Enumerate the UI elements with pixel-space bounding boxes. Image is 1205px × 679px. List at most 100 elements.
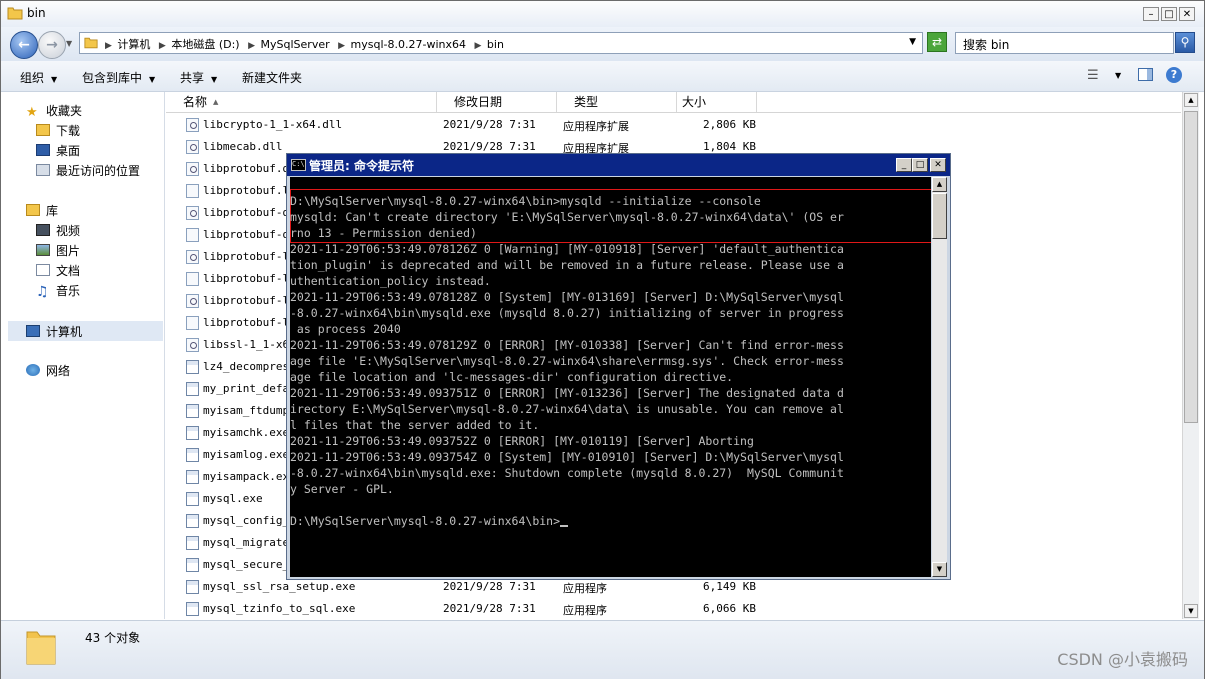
cmd-title-bar[interactable]: C:\ 管理员: 命令提示符 _ □ ✕ [287, 154, 950, 176]
organize-label: 组织 [20, 71, 45, 85]
nav-recent-label: 最近访问的位置 [56, 164, 141, 178]
dll-file-icon [186, 338, 199, 352]
nav-downloads[interactable]: 下载 [36, 122, 80, 140]
breadcrumb-separator-icon[interactable]: ▶ [248, 41, 255, 51]
address-field[interactable]: ▶ 计算机 ▶ 本地磁盘 (D:) ▶ MySqlServer ▶ mysql-… [79, 32, 923, 54]
dll-file-icon [186, 250, 199, 264]
nav-videos[interactable]: 视频 [36, 222, 80, 240]
chevron-down-icon[interactable]: ▼ [1115, 71, 1121, 80]
video-icon [36, 224, 50, 236]
column-header-modified[interactable]: 修改日期 [437, 92, 557, 112]
close-button[interactable]: ✕ [1179, 7, 1195, 21]
nav-desktop[interactable]: 桌面 [36, 142, 80, 160]
chevron-down-icon: ▼ [149, 75, 156, 84]
folder-icon [26, 631, 56, 665]
breadcrumb-mysqlserver[interactable]: MySqlServer [261, 38, 330, 51]
file-name: mysql_tzinfo_to_sql.exe [203, 602, 356, 615]
documents-icon [36, 264, 50, 276]
nav-network[interactable]: 网络 [26, 362, 70, 380]
application-icon [186, 382, 199, 396]
nav-documents[interactable]: 文档 [36, 262, 80, 280]
application-icon [186, 360, 199, 374]
console-output-area[interactable]: D:\MySqlServer\mysql-8.0.27-winx64\bin>m… [290, 177, 931, 577]
include-in-library-menu[interactable]: 包含到库中 ▼ [82, 69, 155, 86]
library-icon [26, 204, 40, 216]
recent-pages-dropdown[interactable]: ▼ [66, 39, 72, 48]
scroll-down-icon[interactable]: ▼ [932, 562, 947, 577]
search-icon: ⚲ [1180, 35, 1190, 49]
file-name: libssl-1_1-x6 [203, 338, 290, 351]
title-bar[interactable]: bin – □ ✕ [1, 1, 1204, 27]
address-dropdown-icon[interactable]: ▼ [909, 37, 916, 47]
column-name-label: 名称 [183, 95, 208, 109]
file-name: libprotobuf-li [203, 272, 296, 285]
nav-downloads-label: 下载 [56, 124, 81, 138]
breadcrumb-separator-icon[interactable]: ▶ [475, 41, 482, 51]
maximize-button[interactable]: □ [1161, 7, 1177, 21]
nav-libraries[interactable]: 库 [26, 202, 58, 220]
breadcrumb-separator-icon[interactable]: ▶ [159, 41, 166, 51]
pictures-icon [36, 244, 50, 256]
nav-music[interactable]: ♫ 音乐 [36, 282, 80, 300]
star-icon: ★ [26, 105, 38, 120]
minimize-button[interactable]: – [1143, 7, 1159, 21]
help-icon[interactable]: ? [1166, 67, 1182, 83]
file-name: libprotobuf-de [203, 228, 296, 241]
downloads-icon [36, 124, 50, 136]
file-name: lz4_decompress [203, 360, 296, 373]
column-header-type[interactable]: 类型 [557, 92, 677, 112]
cmd-scrollbar[interactable]: ▲ ▼ [932, 177, 947, 577]
status-bar: 43 个对象 CSDN @小袁搬码 [1, 620, 1204, 679]
nav-recent[interactable]: 最近访问的位置 [36, 162, 140, 180]
column-header-name[interactable]: 名称 ▲ [166, 92, 437, 112]
nav-documents-label: 文档 [56, 264, 81, 278]
cmd-scroll-thumb[interactable] [932, 193, 947, 239]
preview-pane-icon[interactable] [1138, 68, 1153, 81]
command-prompt-window[interactable]: C:\ 管理员: 命令提示符 _ □ ✕ D:\MySqlServer\mysq… [286, 153, 951, 580]
breadcrumb-local-disk[interactable]: 本地磁盘 (D:) [171, 38, 239, 51]
view-options-icon[interactable]: ☰ [1087, 68, 1099, 83]
breadcrumb-separator-icon[interactable]: ▶ [338, 41, 345, 51]
arrow-left-icon: ← [18, 37, 30, 53]
scroll-up-icon[interactable]: ▲ [1184, 93, 1198, 107]
breadcrumb-computer[interactable]: 计算机 [117, 38, 150, 51]
text-cursor [560, 525, 569, 527]
file-name: myisam_ftdump. [203, 404, 296, 417]
column-header-size[interactable]: 大小 [677, 92, 757, 112]
application-icon [186, 448, 199, 462]
new-folder-button[interactable]: 新建文件夹 [242, 69, 302, 86]
file-name: mysql.exe [203, 492, 263, 505]
share-menu[interactable]: 共享 ▼ [180, 69, 217, 86]
file-row[interactable]: mysql_tzinfo_to_sql.exe 2021/9/28 7:31 应用程… [166, 598, 1181, 620]
file-icon [186, 228, 199, 242]
application-icon [186, 514, 199, 528]
file-size: 6,066 KB [703, 602, 756, 615]
dll-file-icon [186, 206, 199, 220]
scroll-up-icon[interactable]: ▲ [932, 177, 947, 192]
file-name: libprotobuf-de [203, 206, 296, 219]
nav-favorites[interactable]: ★ 收藏夹 [26, 102, 82, 120]
scroll-thumb[interactable] [1184, 111, 1198, 423]
file-row[interactable]: libcrypto-1_1-x64.dll 2021/9/28 7:31 应用程序扩… [166, 114, 1181, 136]
file-name: libprotobuf.dl [203, 162, 296, 175]
cmd-icon: C:\ [291, 159, 306, 171]
forward-button[interactable]: → [38, 31, 66, 59]
search-button[interactable]: ⚲ [1175, 32, 1195, 53]
file-name: myisamlog.exe [203, 448, 290, 461]
search-input[interactable]: 搜索 bin [955, 32, 1174, 54]
cmd-minimize-button[interactable]: _ [896, 158, 912, 172]
file-type: 应用程序扩展 [563, 120, 629, 133]
organize-menu[interactable]: 组织 ▼ [20, 69, 57, 86]
back-button[interactable]: ← [10, 31, 38, 59]
scroll-down-icon[interactable]: ▼ [1184, 604, 1198, 618]
refresh-button[interactable]: ⇄ [927, 32, 947, 52]
cmd-maximize-button[interactable]: □ [912, 158, 928, 172]
file-icon [186, 316, 199, 330]
cmd-close-button[interactable]: ✕ [930, 158, 946, 172]
nav-pictures[interactable]: 图片 [36, 242, 80, 260]
file-list-scrollbar[interactable]: ▲ ▼ [1182, 92, 1199, 619]
breadcrumb-bin[interactable]: bin [487, 38, 504, 51]
nav-computer[interactable]: 计算机 [26, 323, 82, 341]
breadcrumb-mysql-version[interactable]: mysql-8.0.27-winx64 [351, 38, 466, 51]
application-icon [186, 470, 199, 484]
